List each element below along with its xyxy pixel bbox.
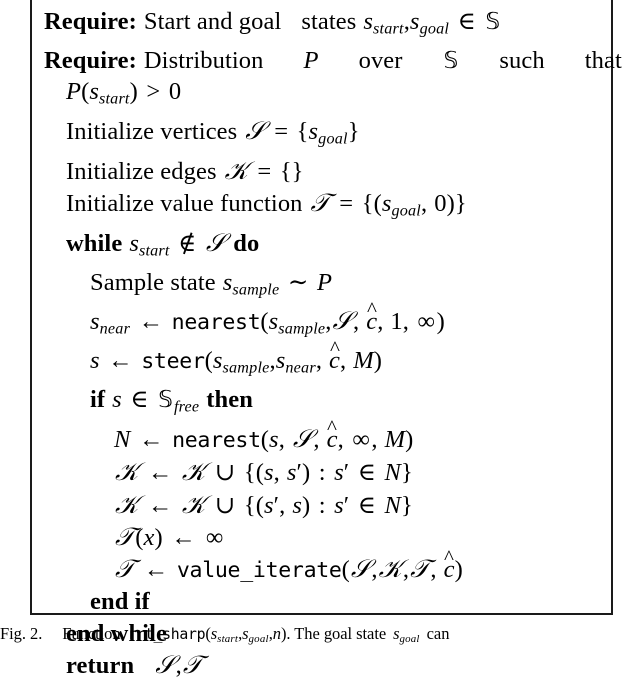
function-value-iterate: value_iterate [176, 558, 342, 584]
algo-line-init-value-function: Initialize value function 𝒯 = {(sgoal, 0)} [66, 188, 467, 220]
caption-text-3: can [426, 624, 450, 643]
caption-symbol-s-goal-sub: goal [399, 633, 420, 646]
figure-caption: Fig. 2. Function rrt_sharp(sstart,sgoal,n)… [0, 624, 640, 649]
caption-text-1: Function [62, 624, 121, 643]
algo-line-require-distribution: Require: Distribution Pover 𝕊such that [44, 46, 622, 74]
caption-arg-s-start-sub: start [217, 633, 239, 646]
algo-line-assign-s-near: snear←nearest(ssample,𝒮,c,1,∞) [44, 305, 601, 345]
algo-line-edges-forward: 𝒦 ← 𝒦 ∪ {(s, s′): s′ ∈ N} [115, 457, 413, 487]
algo-line-return-statement: return 𝒮,𝒯 [66, 649, 203, 679]
algo-line-if-header: if s ∈ 𝕊free then [90, 386, 253, 416]
keyword-then: then [206, 386, 253, 414]
algo-line-value-iterate-call: 𝒯←value_iterate(𝒮,𝒦,𝒯,c) [44, 553, 601, 586]
caption-function-name: rrt_sharp [127, 625, 206, 643]
keyword-do: do [233, 229, 260, 257]
keyword-if: if [90, 386, 106, 414]
caption-arg-n: n [272, 624, 281, 643]
function-steer: steer [141, 349, 205, 375]
algo-line-assign-n-nearest: N←nearest(s,𝒮,c,∞,M) [44, 423, 601, 456]
algo-line-sample-state: Sample state ssample ∼ P [90, 268, 333, 299]
keyword-while: while [66, 229, 123, 257]
algo-line-while-header: while sstart ∉ 𝒮do [66, 227, 260, 260]
keyword-end-if: end if [90, 588, 150, 616]
caption-label: Fig. 2. [0, 624, 43, 643]
algo-line-init-vertices: Initialize vertices 𝒮 = {sgoal} [66, 115, 360, 148]
algorithm-box: Require: Start and goal states sstart,sgoal… [30, 0, 622, 679]
keyword-require: Require: [44, 8, 137, 35]
algo-line-p-start-positive: P(sstart) >0 [66, 78, 182, 108]
function-nearest: nearest [171, 310, 261, 336]
algo-line-assign-s-steer: s←steer(ssample,snear,c,M) [44, 345, 601, 384]
algo-line-edges-backward: 𝒦 ← 𝒦 ∪ {(s′, s): s′ ∈ N} [115, 489, 413, 519]
keyword-require-2: Require: [44, 46, 137, 74]
algorithm-line-list: Require: Start and goal states sstart,sgoal… [32, 0, 622, 681]
caption-arg-s-goal-sub: goal [248, 633, 269, 646]
algo-line-end-if: end if [44, 586, 601, 617]
function-nearest-2: nearest [172, 427, 261, 453]
algo-line-init-edges: Initialize edges 𝒦 ={} [66, 155, 304, 185]
algo-line-value-init-inf: 𝒯(x) ← ∞ [115, 521, 224, 551]
algo-line-require-start-goal: Require: Start and goal states sstart,sgoal… [44, 8, 501, 38]
caption-text-2: . The goal state [286, 624, 387, 643]
keyword-return: return [66, 651, 135, 679]
